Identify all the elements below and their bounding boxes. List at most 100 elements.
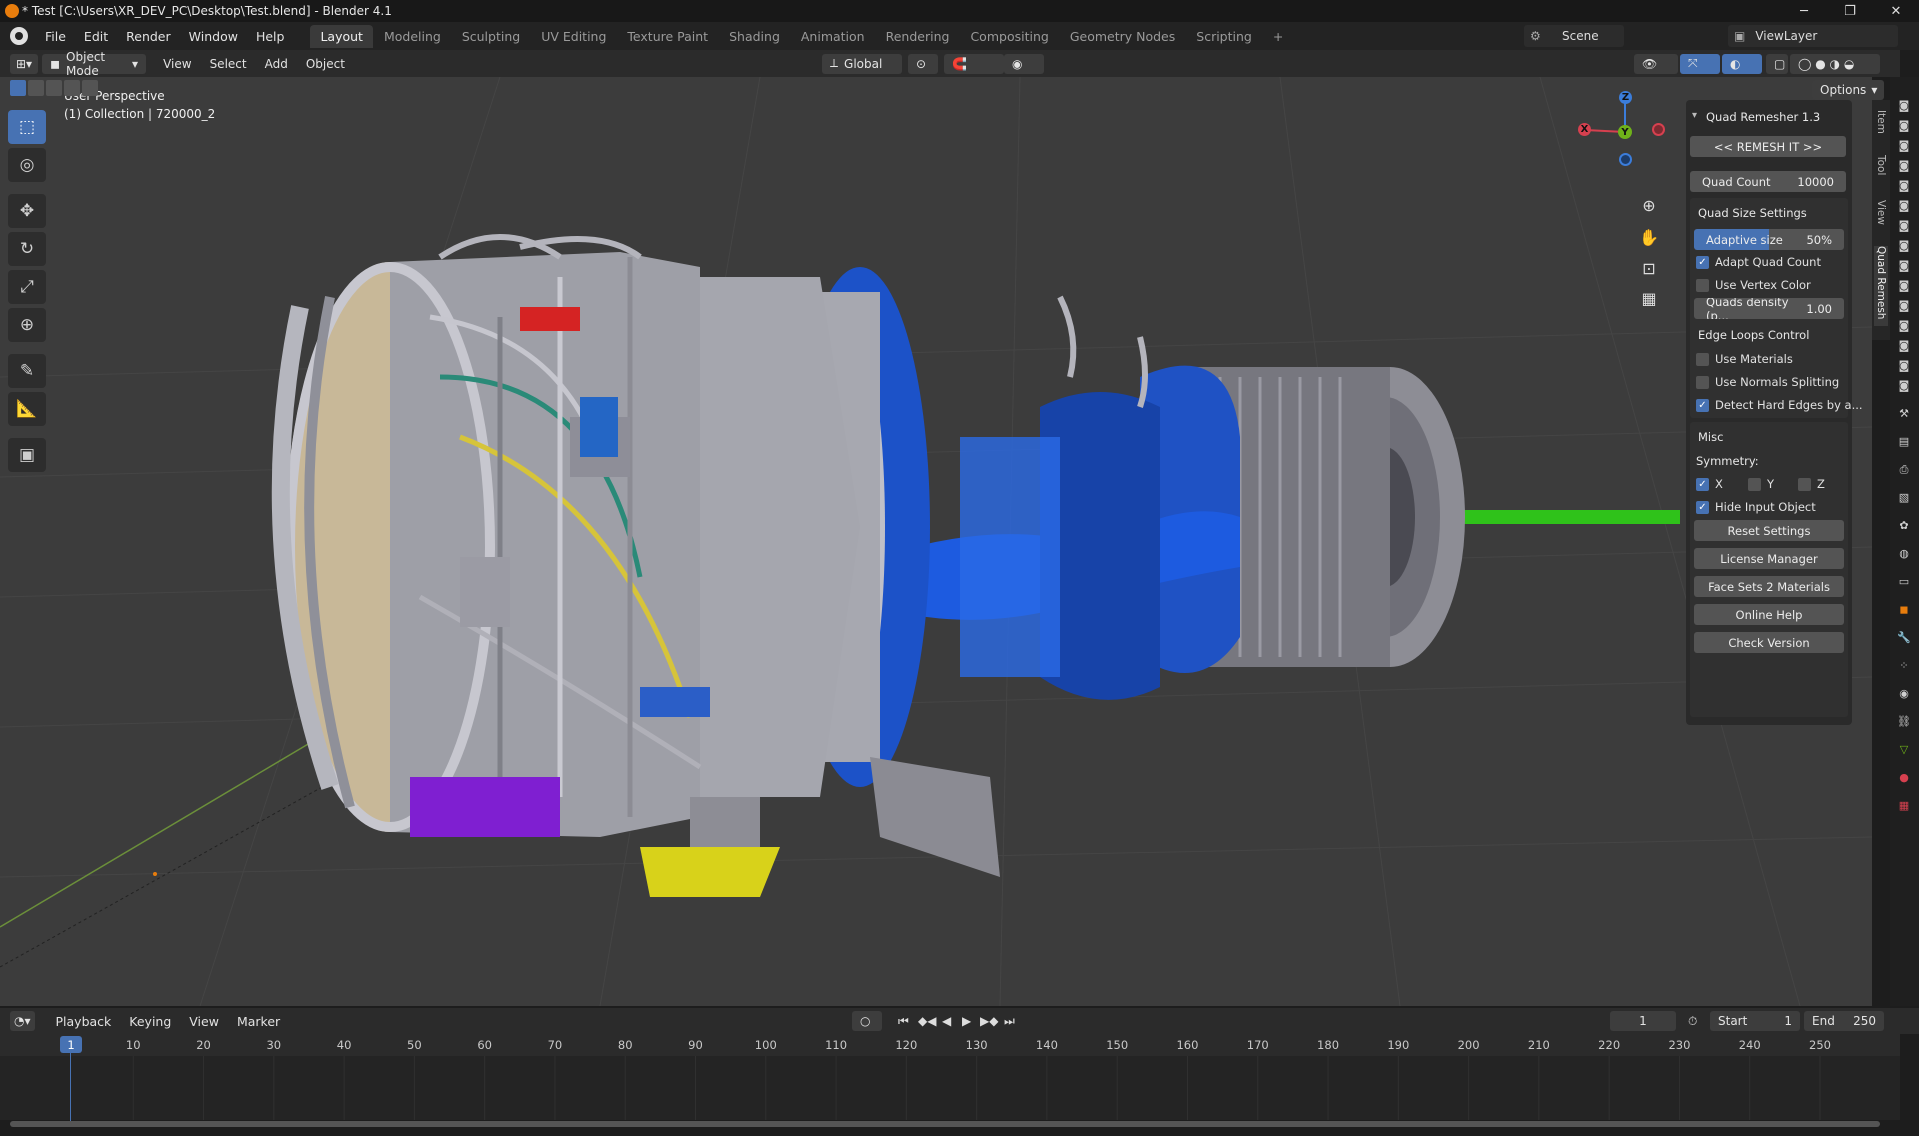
select-new-icon[interactable]: [10, 80, 26, 96]
quad-count-field[interactable]: Quad Count 10000: [1690, 171, 1846, 192]
gizmo-y-axis[interactable]: Y: [1618, 125, 1632, 139]
menu-playback[interactable]: Playback: [47, 1014, 121, 1029]
adapt-quad-count-checkbox[interactable]: ✓ Adapt Quad Count: [1696, 255, 1821, 269]
camera-icon[interactable]: ◙: [1896, 319, 1912, 333]
chevron-down-icon[interactable]: ▾: [1692, 110, 1697, 121]
camera-icon[interactable]: ◙: [1896, 179, 1912, 193]
timeline-track-area[interactable]: [0, 1056, 1900, 1120]
camera-icon[interactable]: ◙: [1896, 219, 1912, 233]
frame-ruler[interactable]: 10 20 30 40 50 60 70 80 90 100 110 120 130 140 150 160 1…: [0, 1034, 1900, 1056]
tab-modeling[interactable]: Modeling: [374, 25, 451, 48]
3d-viewport[interactable]: User Perspective (1) Collection | 720000…: [0, 77, 1872, 1006]
jump-start-icon[interactable]: ⏮: [898, 1014, 909, 1029]
tab-view[interactable]: View: [1874, 200, 1888, 240]
menu-add[interactable]: Add: [256, 57, 297, 71]
online-help-button[interactable]: Online Help: [1694, 604, 1844, 625]
camera-icon[interactable]: ◙: [1896, 299, 1912, 313]
menu-marker[interactable]: Marker: [228, 1014, 289, 1029]
annotate-icon[interactable]: ✎: [8, 354, 46, 388]
prev-keyframe-icon[interactable]: ◆◀: [918, 1014, 936, 1028]
select-subtract-icon[interactable]: [46, 80, 62, 96]
select-intersect-icon[interactable]: [82, 80, 98, 96]
use-materials-checkbox[interactable]: Use Materials: [1696, 352, 1793, 366]
menu-render[interactable]: Render: [117, 29, 180, 44]
tab-tool[interactable]: Tool: [1874, 155, 1888, 195]
timeline-scrollbar[interactable]: [10, 1121, 1880, 1127]
select-extend-icon[interactable]: [28, 80, 44, 96]
menu-edit[interactable]: Edit: [75, 29, 117, 44]
menu-file[interactable]: File: [36, 29, 75, 44]
use-normals-splitting-checkbox[interactable]: Use Normals Splitting: [1696, 375, 1839, 389]
tab-item[interactable]: Item: [1874, 110, 1888, 150]
overlay-toggle-icon[interactable]: ◐: [1722, 53, 1762, 74]
tab-scripting[interactable]: Scripting: [1186, 25, 1262, 48]
gizmo-neg-z-axis[interactable]: [1619, 153, 1632, 166]
symmetry-z-checkbox[interactable]: Z: [1798, 477, 1825, 491]
editor-type-icon[interactable]: ⊞▾: [10, 53, 39, 74]
camera-icon[interactable]: ◙: [1896, 199, 1912, 213]
tab-uv-editing[interactable]: UV Editing: [531, 25, 616, 48]
camera-icon[interactable]: ◙: [1896, 359, 1912, 373]
menu-object[interactable]: Object: [297, 57, 354, 71]
tool-settings-icon[interactable]: ⚒: [1896, 407, 1912, 421]
close-button[interactable]: ✕: [1873, 0, 1919, 22]
tab-animation[interactable]: Animation: [791, 25, 875, 48]
camera-icon[interactable]: ◙: [1896, 99, 1912, 113]
tab-texture-paint[interactable]: Texture Paint: [617, 25, 718, 48]
tab-rendering[interactable]: Rendering: [876, 25, 960, 48]
pan-hand-icon[interactable]: ✋: [1636, 224, 1662, 250]
tab-geometry-nodes[interactable]: Geometry Nodes: [1060, 25, 1185, 48]
pivot-icon[interactable]: ⊙: [908, 53, 938, 74]
camera-icon[interactable]: ◙: [1896, 139, 1912, 153]
camera-icon[interactable]: ◙: [1896, 379, 1912, 393]
constraints-icon[interactable]: ⛓: [1896, 715, 1912, 729]
tab-layout[interactable]: Layout: [310, 24, 373, 48]
modifier-wrench-icon[interactable]: 🔧: [1896, 631, 1912, 645]
maximize-button[interactable]: ❐: [1827, 0, 1873, 22]
current-frame-field[interactable]: 1: [1610, 1011, 1676, 1031]
options-button[interactable]: Options ▾: [1812, 80, 1884, 100]
navigation-gizmo[interactable]: Z X Y: [1570, 87, 1680, 167]
tab-shading[interactable]: Shading: [719, 25, 790, 48]
object-icon[interactable]: ◼: [1896, 603, 1912, 617]
xray-icon[interactable]: ▢: [1766, 53, 1788, 74]
camera-icon[interactable]: ◙: [1896, 119, 1912, 133]
select-box-icon[interactable]: ⬚: [8, 110, 46, 144]
symmetry-x-checkbox[interactable]: ✓ X: [1696, 477, 1723, 491]
menu-help[interactable]: Help: [247, 29, 294, 44]
menu-select[interactable]: Select: [201, 57, 256, 71]
next-keyframe-icon[interactable]: ▶◆: [980, 1014, 998, 1028]
particles-icon[interactable]: ⁘: [1896, 659, 1912, 673]
gizmo-toggle-icon[interactable]: ⤧: [1680, 53, 1720, 74]
output-icon[interactable]: ⎙: [1896, 463, 1912, 477]
gizmo-neg-x-axis[interactable]: [1652, 123, 1665, 136]
reset-settings-button[interactable]: Reset Settings: [1694, 520, 1844, 541]
blender-menu-icon[interactable]: [10, 27, 28, 45]
quads-density-field[interactable]: Quads density (p... 1.00: [1694, 298, 1844, 319]
tab-compositing[interactable]: Compositing: [960, 25, 1058, 48]
view-layer-selector[interactable]: ▣ ViewLayer: [1728, 25, 1898, 47]
collection-icon[interactable]: ▭: [1896, 575, 1912, 589]
orientation-selector[interactable]: ⟂ Global: [822, 53, 902, 74]
camera-view-icon[interactable]: ⊡: [1636, 255, 1662, 281]
render-icon[interactable]: ▤: [1896, 435, 1912, 449]
select-invert-icon[interactable]: [64, 80, 80, 96]
camera-icon[interactable]: ◙: [1896, 339, 1912, 353]
scale-icon[interactable]: ⤢: [8, 270, 46, 304]
tab-quad-remesh[interactable]: Quad Remesh: [1874, 246, 1888, 326]
current-frame-indicator[interactable]: 1: [60, 1036, 82, 1053]
ortho-grid-icon[interactable]: ▦: [1636, 285, 1662, 311]
view-layer-icon[interactable]: ▧: [1896, 491, 1912, 505]
hide-input-object-checkbox[interactable]: ✓ Hide Input Object: [1696, 500, 1816, 514]
scene-icon[interactable]: ✿: [1896, 519, 1912, 533]
use-vertex-color-checkbox[interactable]: Use Vertex Color: [1696, 278, 1811, 292]
measure-icon[interactable]: 📐: [8, 392, 46, 426]
face-sets-2-materials-button[interactable]: Face Sets 2 Materials: [1694, 576, 1844, 597]
play-reverse-icon[interactable]: ◀: [942, 1014, 951, 1028]
camera-icon[interactable]: ◙: [1896, 259, 1912, 273]
menu-view[interactable]: View: [154, 57, 200, 71]
adaptive-size-slider[interactable]: Adaptive size 50%: [1694, 229, 1844, 250]
shading-mode-icon[interactable]: ◯ ● ◑ ◒: [1790, 53, 1880, 74]
end-frame-field[interactable]: End 250: [1804, 1011, 1884, 1031]
menu-keying[interactable]: Keying: [120, 1014, 180, 1029]
